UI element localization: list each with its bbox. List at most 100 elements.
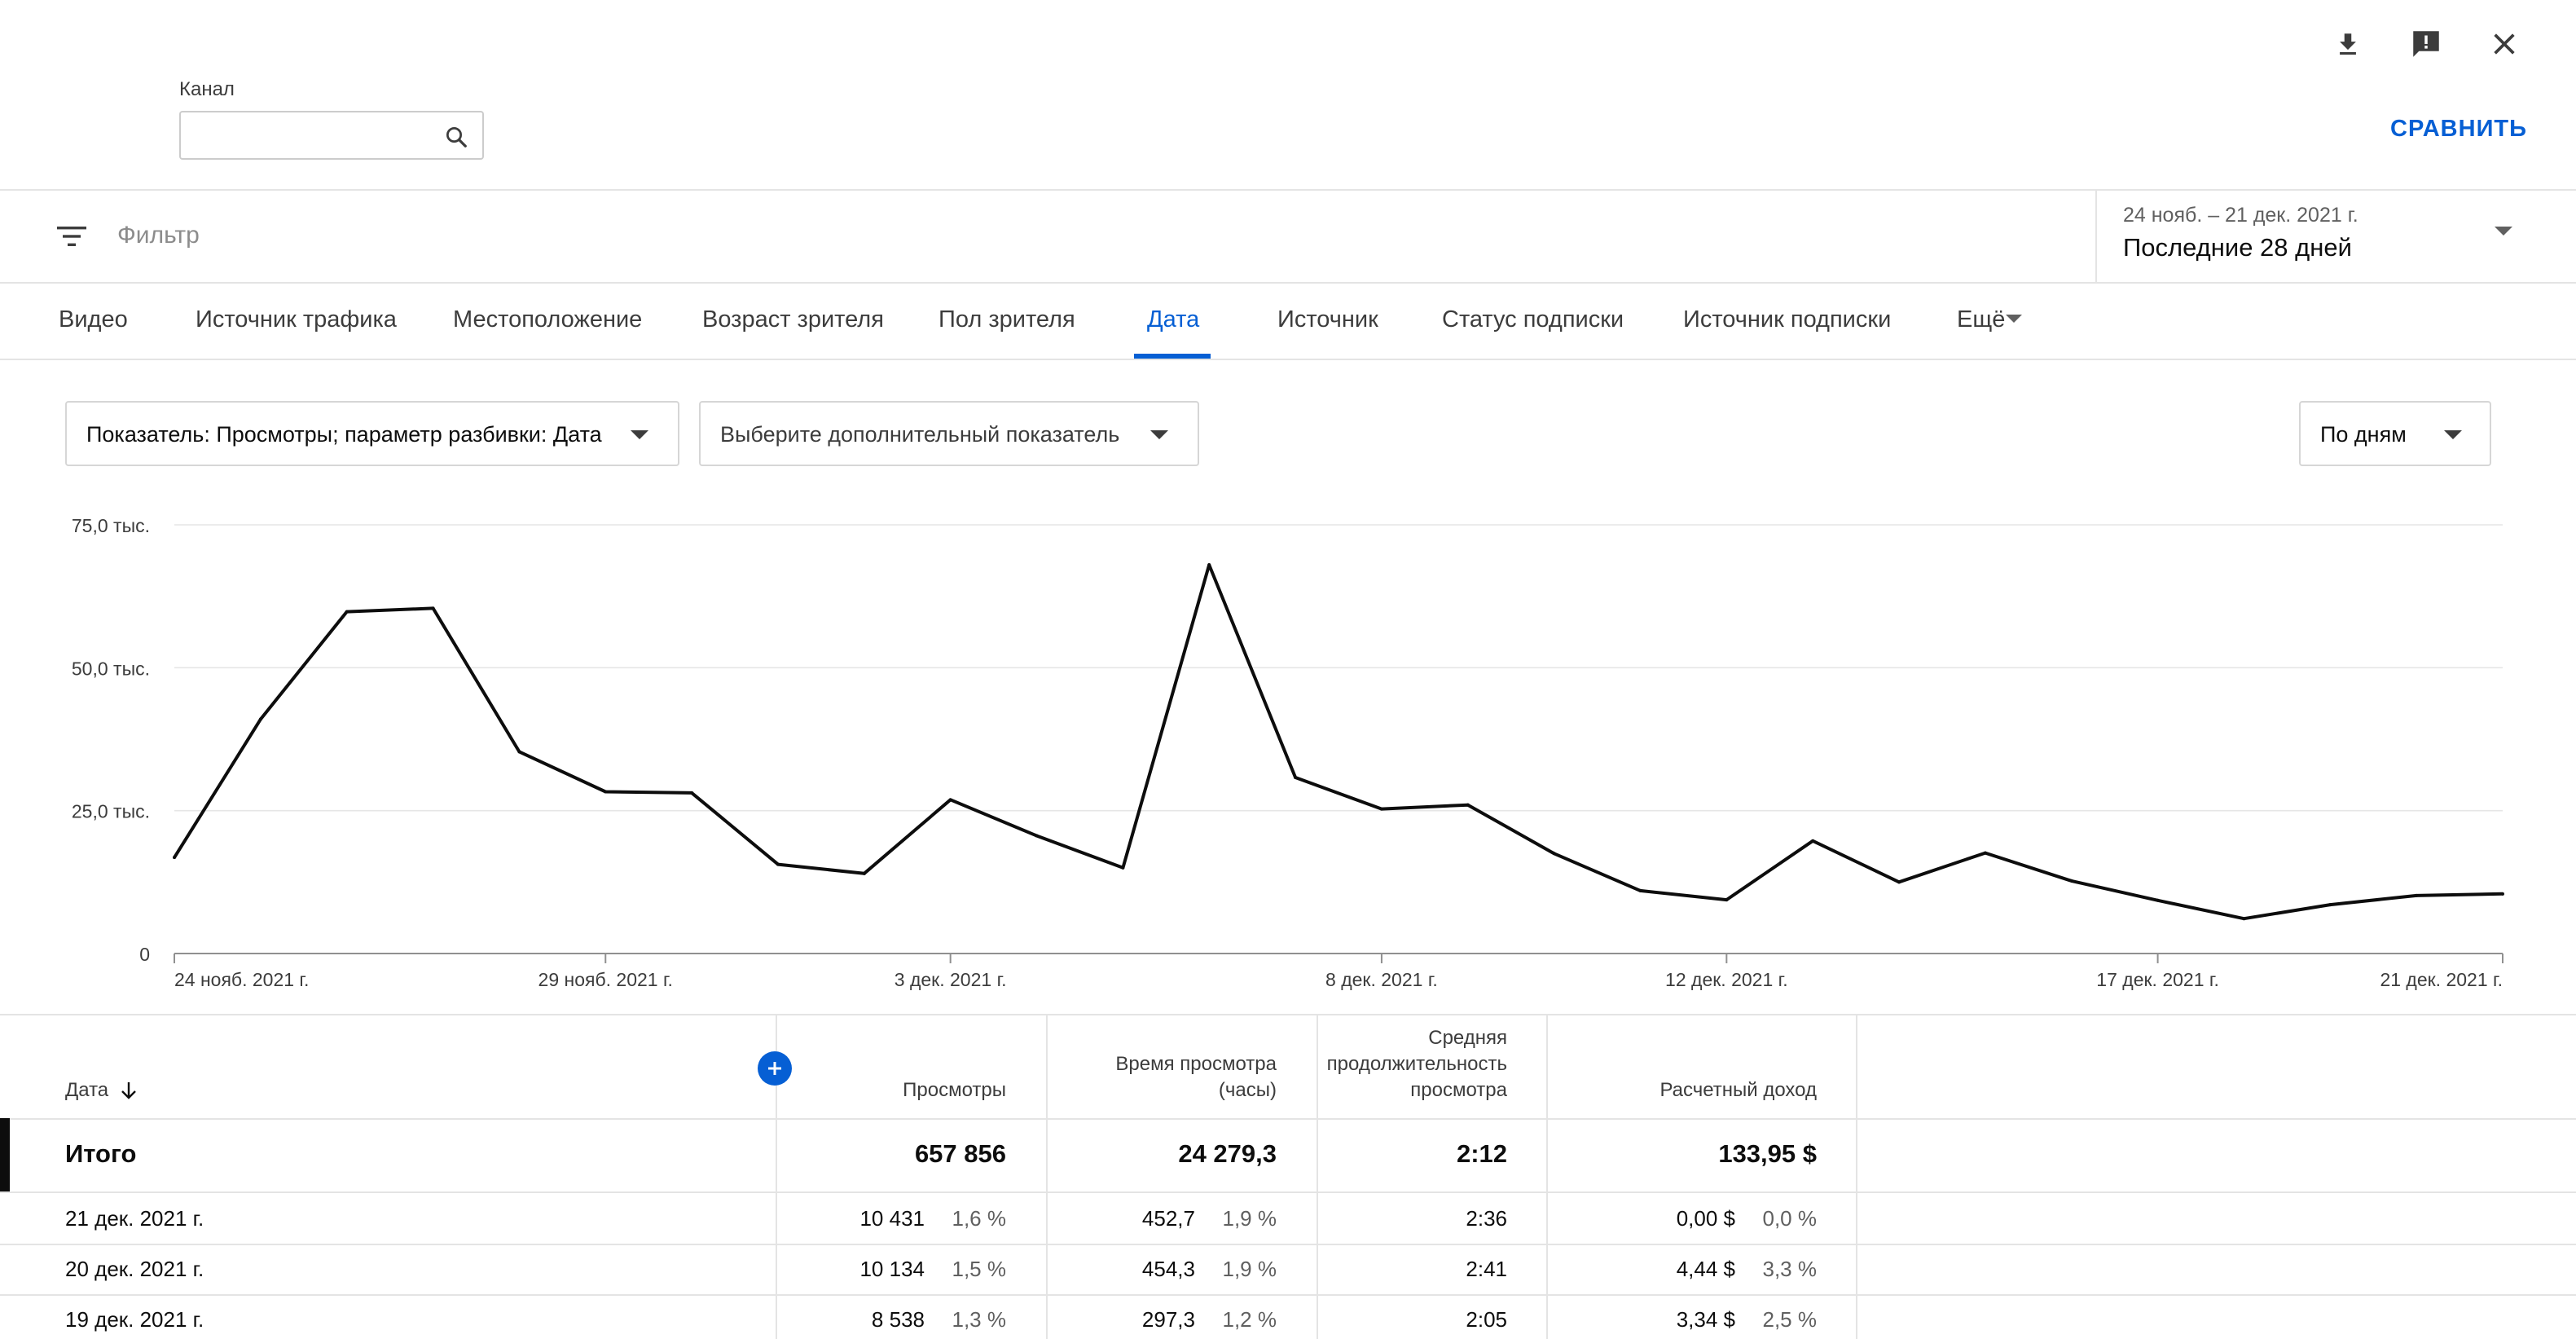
download-icon[interactable] <box>2325 21 2371 67</box>
row-date: 21 дек. 2021 г. <box>65 1206 204 1231</box>
period-dropdown[interactable]: По дням <box>2299 401 2491 466</box>
data-point <box>1035 834 1039 838</box>
total-watch-time: 24 279,3 <box>1178 1139 1277 1168</box>
row-watch-pct: 1,9 % <box>1222 1257 1277 1281</box>
tab-location[interactable]: Местоположение <box>453 306 642 333</box>
row-divider <box>0 1244 2576 1245</box>
add-column-icon[interactable] <box>758 1051 792 1086</box>
chevron-down-icon <box>2006 315 2022 323</box>
extra-metric-dropdown[interactable]: Выберите дополнительный показатель <box>699 401 1199 466</box>
column-divider <box>1317 1015 1318 1339</box>
extra-metric-dropdown-label: Выберите дополнительный показатель <box>720 422 1120 447</box>
x-tick-label: 12 дек. 2021 г. <box>1665 969 1788 990</box>
data-point <box>1811 839 1815 843</box>
tab-more[interactable]: Ещё <box>1957 306 2005 333</box>
filter-icon[interactable] <box>51 218 93 254</box>
row-views: 10 431 <box>859 1206 925 1231</box>
data-point <box>1379 807 1383 811</box>
y-tick-label: 75,0 тыс. <box>72 515 150 536</box>
data-point <box>1552 852 1556 856</box>
chevron-down-icon <box>2444 430 2462 439</box>
watch-time-header-line: Время просмотра <box>1115 1053 1277 1075</box>
period-dropdown-label: По дням <box>2320 422 2407 447</box>
tabs-divider <box>0 359 2576 360</box>
x-tick-label: 24 нояб. 2021 г. <box>174 969 309 990</box>
x-tick-label: 21 дек. 2021 г. <box>2380 969 2503 990</box>
date-header-label: Дата <box>65 1079 109 1101</box>
tab-video[interactable]: Видео <box>59 306 128 333</box>
watch-time-column-header[interactable]: Время просмотра (часы) <box>1115 1051 1277 1103</box>
tab-source[interactable]: Источник <box>1277 306 1378 333</box>
y-tick-label: 0 <box>139 944 150 965</box>
data-table: Дата Просмотры Время просмотра (часы) Ср… <box>0 1015 2576 1339</box>
data-point <box>604 790 608 794</box>
row-avg-duration: 2:05 <box>1466 1307 1507 1332</box>
row-divider <box>0 1118 2576 1120</box>
avg-duration-column-header[interactable]: Средняя продолжительность просмотра <box>1327 1025 1507 1103</box>
row-avg-duration: 2:36 <box>1466 1206 1507 1231</box>
y-tick-label: 50,0 тыс. <box>72 658 150 679</box>
x-tick-label: 17 дек. 2021 г. <box>2096 969 2219 990</box>
search-icon[interactable] <box>440 121 473 153</box>
data-point <box>1207 563 1211 567</box>
feedback-icon[interactable] <box>2403 21 2449 67</box>
y-tick-label: 25,0 тыс. <box>72 801 150 822</box>
row-watch-time: 454,3 <box>1141 1257 1195 1281</box>
channel-label: Канал <box>179 78 235 100</box>
row-views: 8 538 <box>871 1307 925 1332</box>
tab-subscription-status[interactable]: Статус подписки <box>1442 306 1624 333</box>
column-divider <box>1046 1015 1048 1339</box>
row-views: 10 134 <box>859 1257 925 1281</box>
data-point <box>1725 898 1729 902</box>
data-point <box>948 798 952 802</box>
row-views-pct: 1,5 % <box>952 1257 1007 1281</box>
row-revenue: 3,34 $ <box>1676 1307 1735 1332</box>
data-point <box>1294 775 1298 779</box>
revenue-column-header[interactable]: Расчетный доход <box>1659 1077 1817 1103</box>
channel-search-input[interactable] <box>191 121 427 150</box>
row-revenue-pct: 0,0 % <box>1762 1206 1818 1231</box>
compare-button[interactable]: СРАВНИТЬ <box>2390 116 2527 143</box>
row-views-pct: 1,3 % <box>952 1307 1007 1332</box>
date-range-preset: Последние 28 дней <box>2123 233 2352 262</box>
date-column-header[interactable]: Дата <box>65 1077 138 1103</box>
avg-duration-header-line: Средняя <box>1428 1027 1507 1049</box>
metric-dropdown[interactable]: Показатель: Просмотры; параметр разбивки… <box>65 401 679 466</box>
tab-subscription-source[interactable]: Источник подписки <box>1683 306 1891 333</box>
data-point <box>1897 880 1901 884</box>
total-row-marker <box>0 1118 10 1191</box>
filter-input[interactable]: Фильтр <box>117 222 200 249</box>
data-point <box>1466 803 1470 807</box>
metric-dropdown-label: Показатель: Просмотры; параметр разбивки… <box>86 422 602 447</box>
row-date: 20 дек. 2021 г. <box>65 1257 204 1281</box>
data-point <box>1121 866 1125 870</box>
total-avg-duration: 2:12 <box>1456 1139 1507 1168</box>
views-line-chart: 0 25,0 тыс. 50,0 тыс. 75,0 тыс. 24 нояб. 20… <box>72 515 2504 990</box>
channel-search-box[interactable] <box>179 111 484 160</box>
watch-time-header-line: (часы) <box>1218 1079 1277 1101</box>
views-column-header[interactable]: Просмотры <box>903 1077 1006 1103</box>
data-point <box>345 610 349 614</box>
tab-viewer-age[interactable]: Возраст зрителя <box>702 306 884 333</box>
data-point <box>1983 851 1987 855</box>
data-point <box>431 606 435 610</box>
data-point <box>258 717 262 721</box>
tab-traffic-source[interactable]: Источник трафика <box>196 306 397 333</box>
row-revenue-pct: 3,3 % <box>1762 1257 1818 1281</box>
row-avg-duration: 2:41 <box>1466 1257 1507 1281</box>
data-point <box>517 750 521 754</box>
row-revenue: 0,00 $ <box>1676 1206 1735 1231</box>
data-point <box>2069 879 2073 883</box>
tab-viewer-gender[interactable]: Пол зрителя <box>939 306 1075 333</box>
data-point <box>2501 892 2504 896</box>
chevron-down-icon <box>2495 227 2512 236</box>
close-icon[interactable] <box>2481 21 2527 67</box>
chevron-down-icon <box>1150 430 1168 439</box>
data-point <box>1638 888 1642 892</box>
date-range-picker[interactable]: 24 нояб. – 21 дек. 2021 г. Последние 28 … <box>2095 191 2576 282</box>
column-divider <box>1546 1015 1548 1339</box>
row-watch-time: 297,3 <box>1141 1307 1195 1332</box>
row-views-pct: 1,6 % <box>952 1206 1007 1231</box>
tab-date[interactable]: Дата <box>1147 306 1199 333</box>
sort-arrow-down-icon <box>121 1082 137 1099</box>
